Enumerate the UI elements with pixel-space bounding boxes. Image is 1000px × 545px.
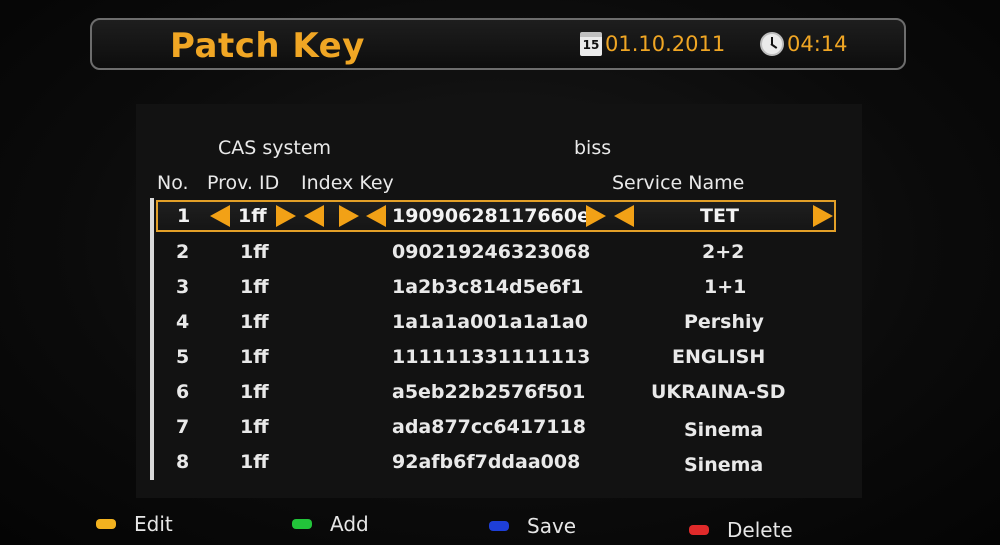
- add-label: Add: [330, 512, 369, 536]
- row-index-key: a5eb22b2576f501: [392, 381, 586, 403]
- row-number: 4: [176, 311, 190, 333]
- row-number: 5: [176, 346, 190, 368]
- row-prov-id: 1ff: [240, 311, 269, 333]
- key-left-arrow-icon[interactable]: [366, 205, 386, 227]
- index-left-arrow-icon[interactable]: [304, 205, 324, 227]
- key-right-arrow-icon[interactable]: [586, 205, 606, 227]
- row-number: 8: [176, 451, 190, 473]
- patch-key-screen: Patch Key 15 01.10.2011 04:14 CAS system…: [0, 0, 1000, 545]
- yellow-key-icon: [96, 519, 116, 529]
- index-right-arrow-icon[interactable]: [339, 205, 359, 227]
- row-prov-id: 1ff: [240, 346, 269, 368]
- column-header-service-name: Service Name: [612, 172, 745, 194]
- row-service-name: 1+1: [704, 276, 747, 298]
- save-label: Save: [527, 514, 577, 538]
- column-header-prov-id: Prov. ID: [207, 172, 280, 194]
- prov-id-right-arrow-icon[interactable]: [276, 205, 296, 227]
- row-number: 3: [176, 276, 190, 298]
- row-prov-id: 1ff: [240, 241, 269, 263]
- row-index-key: 090219246323068: [392, 241, 591, 263]
- row-prov-id: 1ff: [240, 381, 269, 403]
- header-bar: Patch Key 15 01.10.2011 04:14: [90, 18, 906, 70]
- time-text: 04:14: [787, 32, 848, 56]
- row-prov-id: 1ff: [240, 276, 269, 298]
- prov-id-left-arrow-icon[interactable]: [210, 205, 230, 227]
- time-display: 04:14: [760, 32, 848, 56]
- cas-system-label: CAS system: [218, 137, 332, 159]
- date-text: 01.10.2011: [605, 32, 726, 56]
- blue-key-icon: [489, 521, 509, 531]
- row-service-name: Sinema: [684, 454, 764, 476]
- row-service-name: Sinema: [684, 419, 764, 441]
- green-key-icon: [292, 519, 312, 529]
- page-title: Patch Key: [170, 26, 365, 66]
- row-prov-id: 1ff: [240, 416, 269, 438]
- service-right-arrow-icon[interactable]: [813, 205, 833, 227]
- row-index-key[interactable]: 19090628117660e: [392, 205, 590, 227]
- add-button[interactable]: Add: [292, 512, 369, 536]
- row-prov-id: 1ff: [240, 451, 269, 473]
- row-number: 7: [176, 416, 190, 438]
- row-prov-id[interactable]: 1ff: [238, 205, 267, 227]
- row-service-name[interactable]: TET: [700, 205, 739, 227]
- row-service-name: UKRAINA-SD: [651, 381, 786, 403]
- row-index-key: 111111331111113: [392, 346, 591, 368]
- column-header-no: No.: [157, 172, 189, 194]
- calendar-icon: 15: [580, 32, 602, 56]
- save-button[interactable]: Save: [489, 514, 576, 538]
- edit-button[interactable]: Edit: [96, 512, 173, 536]
- edit-label: Edit: [134, 512, 173, 536]
- row-index-key: 1a2b3c814d5e6f1: [392, 276, 584, 298]
- scrollbar[interactable]: [150, 198, 154, 480]
- delete-label: Delete: [727, 518, 793, 542]
- row-service-name: 2+2: [702, 241, 745, 263]
- service-left-arrow-icon[interactable]: [614, 205, 634, 227]
- row-service-name: ENGLISH: [672, 346, 766, 368]
- row-index-key: ada877cc6417118: [392, 416, 586, 438]
- row-number: 6: [176, 381, 190, 403]
- row-index-key: 1a1a1a001a1a1a0: [392, 311, 588, 333]
- date-display: 15 01.10.2011: [580, 32, 725, 56]
- row-number: 1: [177, 205, 191, 227]
- clock-icon: [760, 32, 784, 56]
- calendar-icon-day: 15: [582, 38, 600, 52]
- delete-button[interactable]: Delete: [689, 518, 793, 542]
- row-index-key: 92afb6f7ddaa008: [392, 451, 581, 473]
- cas-system-value[interactable]: biss: [574, 137, 611, 159]
- row-number: 2: [176, 241, 190, 263]
- red-key-icon: [689, 525, 709, 535]
- row-service-name: Pershiy: [684, 311, 764, 333]
- column-header-index-key: Index Key: [301, 172, 394, 194]
